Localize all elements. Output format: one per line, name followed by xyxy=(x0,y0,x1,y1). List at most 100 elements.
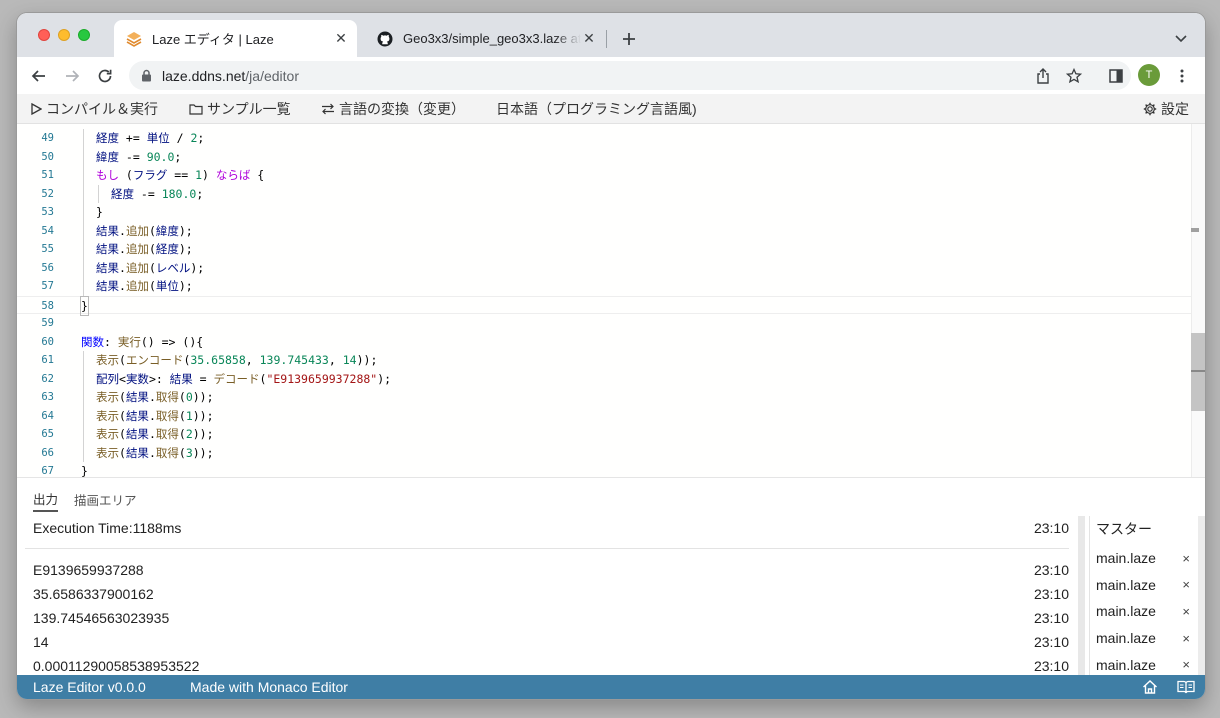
code-token: ); xyxy=(190,260,205,275)
code-line[interactable]: 66 表示(結果.取得(3)); xyxy=(17,443,1191,462)
status-bar: Laze Editor v0.0.0 Made with Monaco Edit… xyxy=(17,675,1205,699)
code-token: ( xyxy=(119,390,126,404)
file-close-icon[interactable]: × xyxy=(1182,604,1190,619)
back-button[interactable] xyxy=(26,63,52,89)
url-text: laze.ddns.net/ja/editor xyxy=(162,68,299,84)
file-close-icon[interactable]: × xyxy=(1182,631,1190,646)
made-with-link[interactable]: Made with Monaco Editor xyxy=(190,675,348,699)
zoom-window-button[interactable] xyxy=(78,29,90,41)
file-name: main.laze xyxy=(1096,630,1156,647)
code-token: 1 xyxy=(195,168,202,182)
file-name: main.laze xyxy=(1096,603,1156,620)
code-line[interactable]: 57 結果.追加(単位); xyxy=(17,277,1191,296)
compile-run-button[interactable]: コンパイル＆実行 xyxy=(30,94,158,124)
browser-menu-button[interactable] xyxy=(1169,63,1195,89)
code-line[interactable]: 50 緯度 -= 90.0; xyxy=(17,147,1191,166)
new-tab-button[interactable] xyxy=(617,27,641,51)
output-text: Execution Time:1188ms xyxy=(33,520,182,536)
bookmark-star-icon[interactable] xyxy=(1064,66,1084,86)
editor-scrollbar-track[interactable] xyxy=(1191,124,1205,477)
code-token: . xyxy=(148,427,156,441)
file-list-scrollbar[interactable] xyxy=(1198,516,1205,676)
convert-language-label: 言語の変換（変更） xyxy=(339,101,465,117)
tab-output[interactable]: 出力 xyxy=(33,486,59,512)
code-line[interactable]: 54 結果.追加(緯度); xyxy=(17,221,1191,240)
code-token: 経度 xyxy=(111,186,134,201)
code-line[interactable]: 55 結果.追加(経度); xyxy=(17,240,1191,259)
file-item[interactable]: main.laze × xyxy=(1090,625,1200,651)
reload-button[interactable] xyxy=(92,63,118,89)
code-line[interactable]: 49 経度 += 単位 / 2; xyxy=(17,129,1191,148)
tab-close-icon[interactable]: ✕ xyxy=(581,30,597,47)
minimize-window-button[interactable] xyxy=(58,29,70,41)
code-line[interactable]: 63 表示(結果.取得(0)); xyxy=(17,388,1191,407)
file-item[interactable]: main.laze × xyxy=(1090,572,1200,598)
file-item[interactable]: main.laze × xyxy=(1090,545,1200,571)
code-token: ( xyxy=(119,445,126,460)
code-line[interactable]: 51 もし (フラグ == 1) ならば { xyxy=(17,166,1191,185)
close-window-button[interactable] xyxy=(38,29,50,41)
lock-icon xyxy=(141,69,152,82)
editor-scrollbar-thumb[interactable] xyxy=(1191,333,1205,411)
code-token: 2 xyxy=(185,427,193,441)
line-number: 63 xyxy=(41,391,54,403)
code-token: 表示 xyxy=(96,445,119,460)
code-token: ; xyxy=(174,149,182,164)
code-line[interactable]: 61 表示(エンコード(35.65858, 139.745433, 14)); xyxy=(17,351,1191,370)
code-token: 結果 xyxy=(125,408,149,423)
code-token: } xyxy=(80,295,89,316)
samples-button[interactable]: サンプル一覧 xyxy=(189,94,291,124)
address-bar[interactable]: laze.ddns.net/ja/editor xyxy=(129,61,1131,90)
indent-guide xyxy=(83,369,84,388)
forward-button[interactable] xyxy=(59,63,85,89)
code-line[interactable]: 64 表示(結果.取得(1)); xyxy=(17,406,1191,425)
settings-button[interactable]: 設定 xyxy=(1143,94,1189,124)
code-token: 表示 xyxy=(96,353,119,367)
output-scrollbar[interactable] xyxy=(1078,516,1085,676)
book-icon[interactable] xyxy=(1176,677,1196,697)
code-token: )); xyxy=(192,427,214,441)
code-token: 経度 xyxy=(96,131,119,145)
code-line[interactable]: 59 xyxy=(17,314,1191,333)
tab-title: Geo3x3/simple_geo3x3.laze at xyxy=(403,31,581,46)
code-line[interactable]: 52 経度 -= 180.0; xyxy=(17,184,1191,203)
code-token: エンコード xyxy=(125,353,184,367)
code-editor[interactable]: 49 経度 += 単位 / 2; 50 緯度 -= 90.0; 51 もし (フラグ ==… xyxy=(17,124,1205,477)
file-name: main.laze xyxy=(1096,656,1156,673)
tab-laze-editor[interactable]: Laze エディタ | Laze ✕ xyxy=(114,20,357,57)
code-line[interactable]: 65 表示(結果.取得(2)); xyxy=(17,425,1191,444)
line-number: 54 xyxy=(41,224,54,237)
code-token: 1 xyxy=(185,408,193,423)
tab-search-button[interactable] xyxy=(1171,29,1191,49)
home-icon[interactable] xyxy=(1140,677,1160,697)
language-mode-selector[interactable]: 日本語（プログラミング言語風) xyxy=(496,94,697,124)
code-token: 経度 xyxy=(155,242,179,256)
code-line[interactable]: 67} xyxy=(17,462,1191,477)
line-number: 58 xyxy=(41,299,54,312)
file-close-icon[interactable]: × xyxy=(1182,577,1190,592)
tab-github-geo3x3[interactable]: Geo3x3/simple_geo3x3.laze at ✕ xyxy=(365,20,605,57)
code-line[interactable]: 58} xyxy=(17,295,1191,316)
browser-toolbar: laze.ddns.net/ja/editor T xyxy=(17,57,1205,94)
code-line[interactable]: 60 関数: 実行() => (){ xyxy=(17,333,1191,352)
file-close-icon[interactable]: × xyxy=(1182,551,1190,566)
code-line[interactable]: 53} xyxy=(17,203,1191,222)
profile-avatar[interactable]: T xyxy=(1138,64,1160,86)
gear-icon xyxy=(1143,102,1157,116)
convert-language-button[interactable]: 言語の変換（変更） xyxy=(321,94,465,124)
side-panel-button[interactable] xyxy=(1103,63,1129,89)
code-token: ( xyxy=(119,427,126,441)
tab-drawing-area[interactable]: 描画エリア xyxy=(74,486,137,512)
code-token: 取得 xyxy=(155,427,179,441)
tab-close-icon[interactable]: ✕ xyxy=(333,30,349,47)
file-item[interactable]: main.laze × xyxy=(1090,598,1200,624)
file-item[interactable]: main.laze × xyxy=(1090,652,1200,678)
code-token: ( xyxy=(178,445,186,460)
code-line[interactable]: 62 配列<実数>: 結果 = デコード("E9139659937288"); xyxy=(17,369,1191,388)
code-token: ( xyxy=(178,427,186,441)
share-icon[interactable] xyxy=(1033,66,1053,86)
code-text: } xyxy=(80,295,89,316)
file-close-icon[interactable]: × xyxy=(1182,657,1190,672)
code-line[interactable]: 56 結果.追加(レベル); xyxy=(17,258,1191,277)
code-token: < xyxy=(119,371,126,386)
